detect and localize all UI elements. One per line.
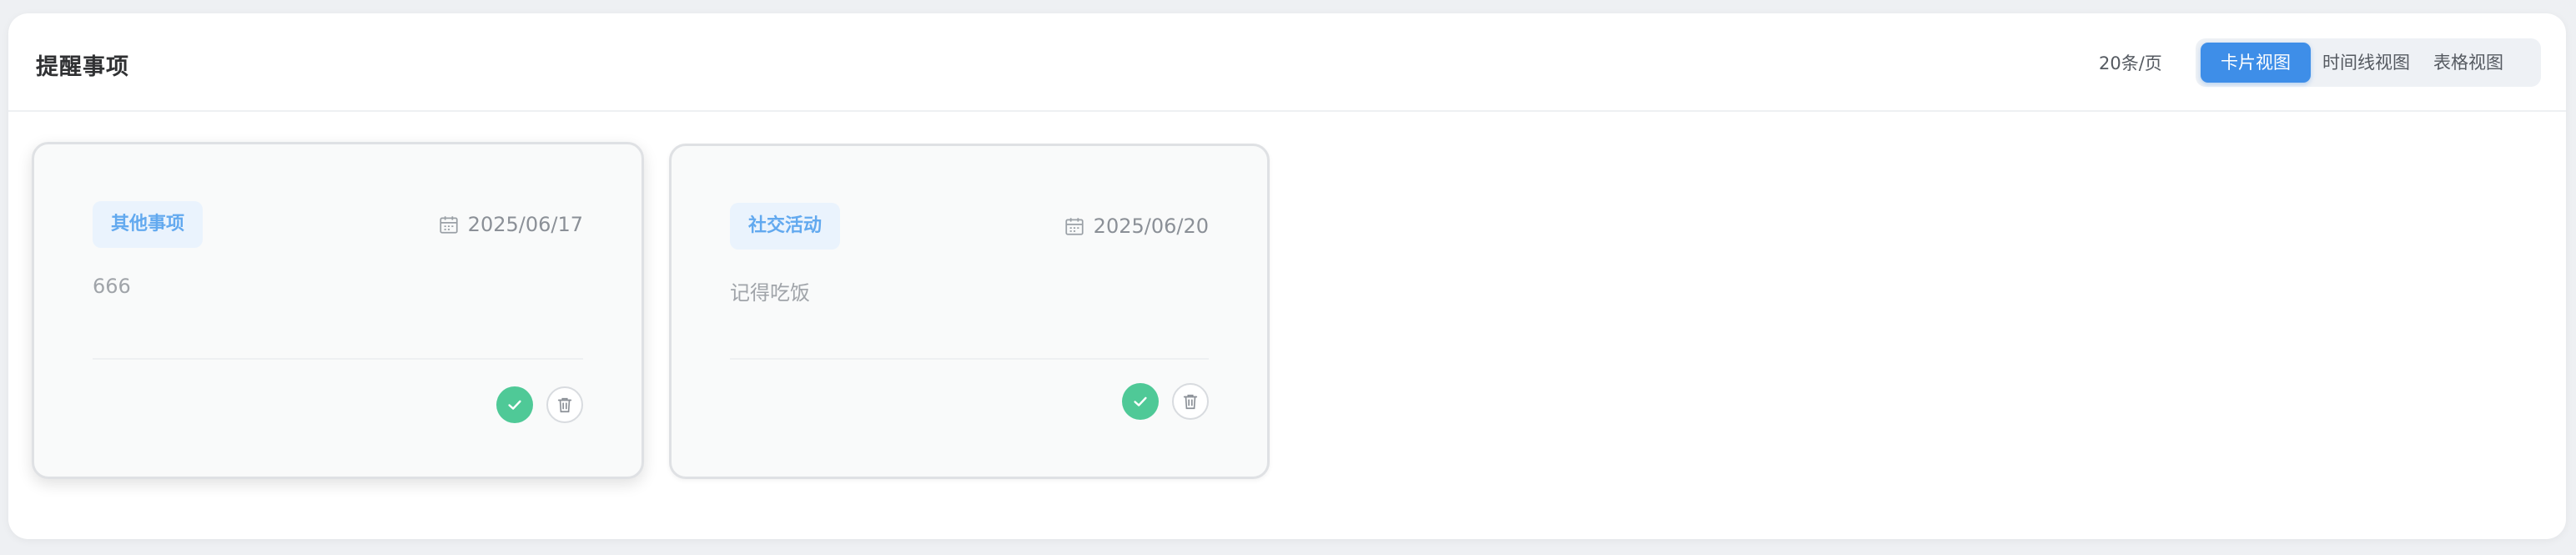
reminder-date: 2025/06/17 bbox=[438, 213, 583, 236]
date-text: 2025/06/17 bbox=[467, 213, 583, 236]
page-size-selector[interactable]: 20条/页 bbox=[2099, 50, 2162, 75]
date-text: 2025/06/20 bbox=[1093, 214, 1209, 238]
complete-button[interactable] bbox=[1122, 383, 1159, 420]
page-title: 提醒事项 bbox=[36, 54, 129, 80]
reminder-content: 记得吃饭 bbox=[730, 281, 810, 305]
card-divider bbox=[93, 358, 583, 360]
category-tag: 社交活动 bbox=[730, 203, 841, 250]
reminder-content: 666 bbox=[93, 275, 131, 298]
reminder-card[interactable]: 其他事项 2025/06/17 666 bbox=[32, 142, 644, 479]
complete-button[interactable] bbox=[496, 386, 533, 423]
card-actions bbox=[496, 386, 583, 423]
calendar-icon bbox=[440, 216, 458, 234]
timeline-view-button[interactable]: 时间线视图 bbox=[2311, 43, 2422, 83]
calendar-icon bbox=[1065, 218, 1084, 235]
card-divider bbox=[730, 358, 1209, 360]
reminders-panel: 提醒事项 20条/页 卡片视图 时间线视图 表格视图 其他事项 2025/06/… bbox=[8, 13, 2566, 539]
table-view-button[interactable]: 表格视图 bbox=[2422, 43, 2515, 83]
trash-icon bbox=[1183, 394, 1198, 410]
check-icon bbox=[1134, 396, 1147, 406]
card-actions bbox=[1122, 383, 1209, 420]
delete-button[interactable] bbox=[1172, 383, 1209, 420]
panel-header: 提醒事项 20条/页 卡片视图 时间线视图 表格视图 bbox=[8, 13, 2566, 112]
view-switcher: 卡片视图 时间线视图 表格视图 bbox=[2196, 38, 2541, 87]
reminder-date: 2025/06/20 bbox=[1064, 214, 1209, 238]
delete-button[interactable] bbox=[546, 386, 583, 423]
card-view-button[interactable]: 卡片视图 bbox=[2201, 43, 2311, 83]
category-tag: 其他事项 bbox=[93, 201, 204, 248]
reminder-card[interactable]: 社交活动 2025/06/20 记得吃饭 bbox=[669, 144, 1270, 479]
trash-icon bbox=[557, 397, 572, 413]
check-icon bbox=[508, 400, 521, 410]
